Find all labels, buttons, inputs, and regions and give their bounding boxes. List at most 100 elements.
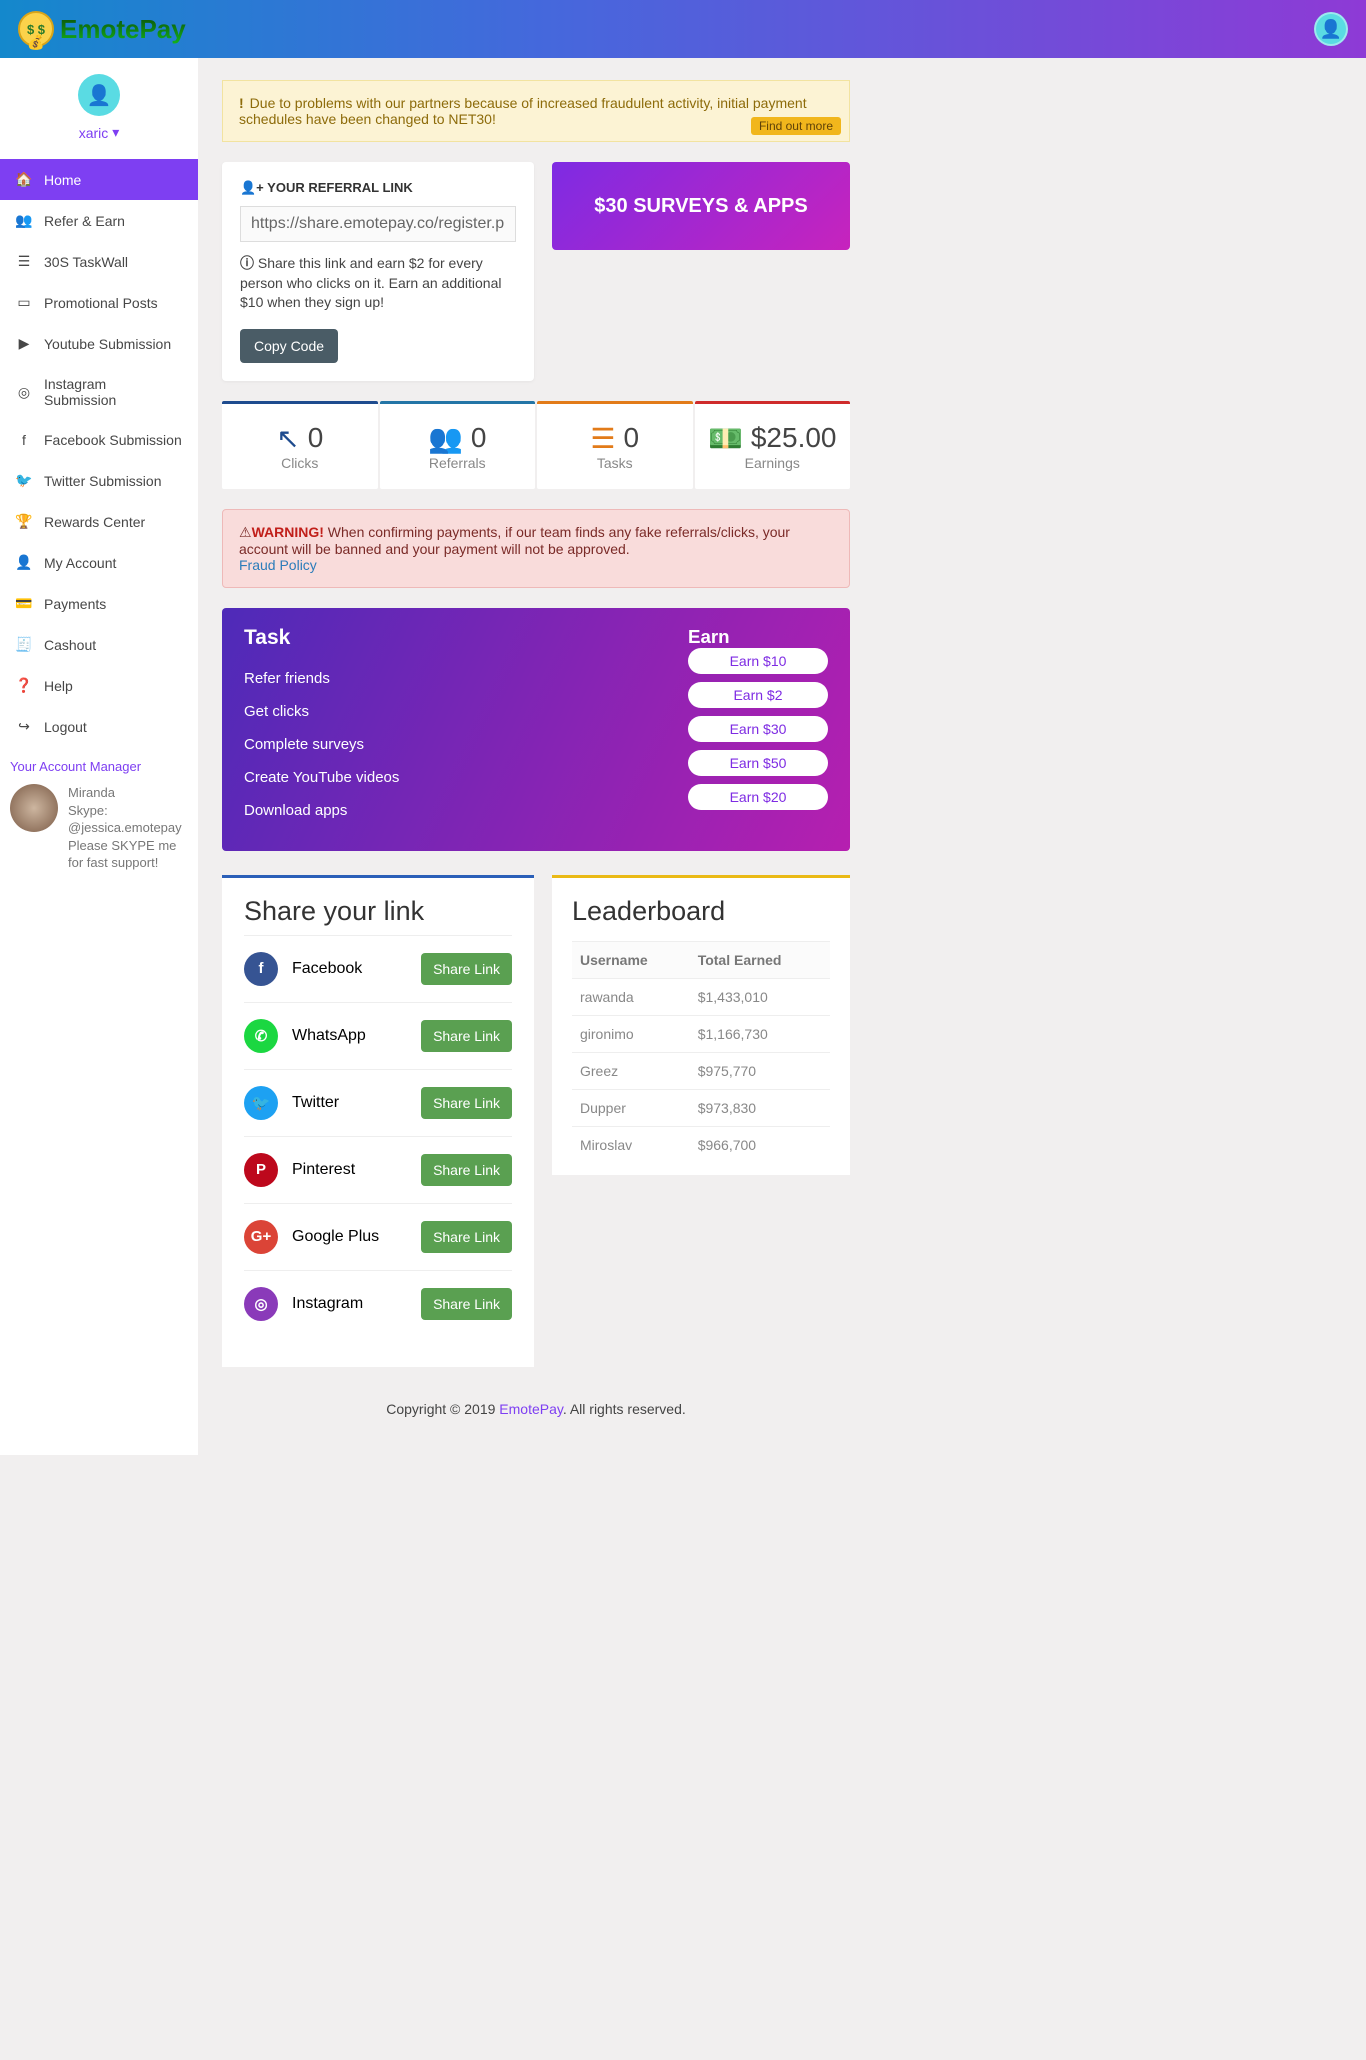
chevron-down-icon: ▾ <box>112 124 119 141</box>
share-row-instagram: ◎ Instagram Share Link <box>244 1270 512 1337</box>
stat-referrals: 👥 0Referrals <box>380 401 536 489</box>
leaderboard-row: Miroslav$966,700 <box>572 1126 830 1163</box>
nav-icon: 🏆 <box>16 513 32 530</box>
nav-label: Logout <box>44 719 87 735</box>
stat-icon: ☰ <box>590 422 615 455</box>
earn-pill[interactable]: Earn $20 <box>688 784 828 810</box>
lb-username: rawanda <box>572 978 690 1015</box>
promo-banner[interactable]: $30 SURVEYS & APPS <box>552 162 850 250</box>
share-link-button[interactable]: Share Link <box>421 1154 512 1186</box>
share-link-button[interactable]: Share Link <box>421 1020 512 1052</box>
col-username: Username <box>572 941 690 978</box>
nav-item-help[interactable]: ❓Help <box>0 665 198 706</box>
lb-total: $1,433,010 <box>690 978 830 1015</box>
stat-value: 0 <box>624 422 640 454</box>
leaderboard-title: Leaderboard <box>572 896 830 927</box>
stat-value: 0 <box>308 422 324 454</box>
nav-item-rewards-center[interactable]: 🏆 Rewards Center <box>0 501 198 542</box>
pinterest-icon: P <box>244 1153 278 1187</box>
fraud-policy-link[interactable]: Fraud Policy <box>239 557 317 573</box>
earn-pill[interactable]: Earn $50 <box>688 750 828 776</box>
nav-label: Instagram Submission <box>44 376 182 408</box>
referral-card: 👤+ YOUR REFERRAL LINK ⓘ Share this link … <box>222 162 534 381</box>
nav-item-my-account[interactable]: 👤 My Account <box>0 542 198 583</box>
share-row-facebook: fFacebookShare Link <box>244 935 512 1002</box>
earn-column: Earn Earn $10Earn $2Earn $30Earn $50Earn… <box>658 626 828 827</box>
manager-skype-label: Skype: <box>68 802 188 820</box>
earn-pill[interactable]: Earn $2 <box>688 682 828 708</box>
leaderboard-row: Greez$975,770 <box>572 1052 830 1089</box>
stat-icon: 💵 <box>708 422 743 455</box>
sidebar-username[interactable]: xaric ▾ <box>79 124 120 141</box>
stat-label: Clicks <box>232 455 368 471</box>
manager-skype-id: @jessica.emotepay <box>68 819 188 837</box>
earn-pill[interactable]: Earn $30 <box>688 716 828 742</box>
nav-item-payments[interactable]: 💳Payments <box>0 583 198 624</box>
task-column: Task Refer friendsGet clicksComplete sur… <box>244 626 658 827</box>
stat-earnings: 💵 $25.00Earnings <box>695 401 851 489</box>
nav-item-promotional-posts[interactable]: ▭Promotional Posts <box>0 282 198 323</box>
lb-total: $975,770 <box>690 1052 830 1089</box>
alert-notice: !Due to problems with our partners becau… <box>222 80 850 142</box>
nav-label: Help <box>44 678 73 694</box>
col-total-earned: Total Earned <box>690 941 830 978</box>
stat-label: Tasks <box>547 455 683 471</box>
nav-item-cashout[interactable]: 🧾 Cashout <box>0 624 198 665</box>
logo[interactable]: $ $ EmotePay <box>18 11 186 47</box>
alert-icon: ! <box>239 95 244 111</box>
nav-icon: 🏠 <box>16 171 32 188</box>
nav-item-twitter-submission[interactable]: 🐦 Twitter Submission <box>0 460 198 501</box>
share-row-pinterest: P Pinterest Share Link <box>244 1136 512 1203</box>
nav-item-home[interactable]: 🏠Home <box>0 159 198 200</box>
warning-icon: ⚠ <box>239 524 252 540</box>
nav-item-logout[interactable]: ↪Logout <box>0 706 198 747</box>
nav-icon: 🧾 <box>16 636 32 653</box>
manager-message: Please SKYPE me for fast support! <box>68 837 188 872</box>
main-content: !Due to problems with our partners becau… <box>198 58 874 1455</box>
referral-url-input[interactable] <box>240 206 516 242</box>
stat-label: Referrals <box>390 455 526 471</box>
copy-code-button[interactable]: Copy Code <box>240 329 338 363</box>
nav-label: Youtube Submission <box>44 336 171 352</box>
nav-label: Promotional Posts <box>44 295 158 311</box>
share-link-button[interactable]: Share Link <box>421 953 512 985</box>
nav-label: Rewards Center <box>44 514 145 530</box>
lb-username: Miroslav <box>572 1126 690 1163</box>
share-name: Pinterest <box>292 1161 355 1179</box>
nav-icon: 🐦 <box>16 472 32 489</box>
share-row-whatsapp: ✆WhatsAppShare Link <box>244 1002 512 1069</box>
task-row: Get clicks <box>244 695 658 728</box>
share-link-button[interactable]: Share Link <box>421 1221 512 1253</box>
earn-pill[interactable]: Earn $10 <box>688 648 828 674</box>
nav-label: My Account <box>44 555 116 571</box>
nav-item-youtube-submission[interactable]: ▶Youtube Submission <box>0 323 198 364</box>
leaderboard-table: UsernameTotal Earned rawanda$1,433,010gi… <box>572 941 830 1163</box>
logo-text: EmotePay <box>60 14 186 45</box>
task-row: Download apps <box>244 794 658 827</box>
nav-icon: ☰ <box>16 253 32 270</box>
leaderboard-row: gironimo$1,166,730 <box>572 1015 830 1052</box>
topbar: $ $ EmotePay 👤 <box>0 0 1366 58</box>
instagram-icon: ◎ <box>244 1287 278 1321</box>
nav-item-facebook-submission[interactable]: fFacebook Submission <box>0 420 198 460</box>
top-avatar[interactable]: 👤 <box>1314 12 1348 46</box>
share-link-button[interactable]: Share Link <box>421 1087 512 1119</box>
footer-brand-link[interactable]: EmotePay <box>499 1401 563 1417</box>
share-link-button[interactable]: Share Link <box>421 1288 512 1320</box>
referral-info-text: Share this link and earn $2 for every pe… <box>240 255 501 310</box>
nav-item-instagram-submission[interactable]: ◎Instagram Submission <box>0 364 198 420</box>
nav-icon: 👤 <box>16 554 32 571</box>
share-name: Facebook <box>292 960 362 978</box>
share-name: Instagram <box>292 1295 363 1313</box>
sidebar-avatar[interactable]: 👤 <box>78 74 120 116</box>
username-text: xaric <box>79 125 109 141</box>
nav-label: Twitter Submission <box>44 473 161 489</box>
nav-label: Cashout <box>44 637 96 653</box>
stat-tasks: ☰ 0Tasks <box>537 401 693 489</box>
lb-username: Dupper <box>572 1089 690 1126</box>
nav-item-30s-taskwall[interactable]: ☰30S TaskWall <box>0 241 198 282</box>
sidebar-profile: 👤 xaric ▾ <box>0 58 198 159</box>
find-out-more-button[interactable]: Find out more <box>751 117 841 135</box>
nav-item-refer-earn[interactable]: 👥Refer & Earn <box>0 200 198 241</box>
share-name: Twitter <box>292 1094 339 1112</box>
